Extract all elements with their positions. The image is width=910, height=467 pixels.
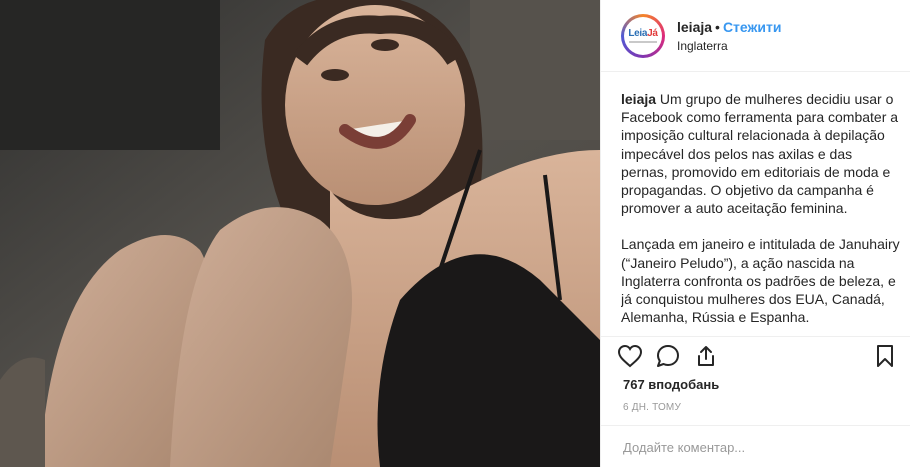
post-photo[interactable] — [0, 0, 600, 467]
likes-count[interactable]: 767 вподобань — [623, 377, 719, 392]
separator-dot: • — [715, 18, 720, 35]
caption-paragraph-2: Lançada em janeiro e intitulada de Januh… — [621, 236, 900, 326]
post-header: LeiaJá leiaja • Стежити Inglaterra — [601, 0, 910, 72]
bookmark-icon[interactable] — [870, 341, 900, 371]
caption-username-link[interactable]: leiaja — [621, 91, 656, 107]
instagram-post: LeiaJá leiaja • Стежити Inglaterra leiaja … — [0, 0, 910, 467]
action-bar — [615, 340, 900, 372]
comment-icon[interactable] — [653, 341, 683, 371]
post-caption: leiaja Um grupo de mulheres decidiu usar… — [621, 90, 900, 336]
header-info: leiaja • Стежити Inglaterra — [677, 18, 782, 54]
comment-input[interactable]: Додайте коментар... — [623, 440, 745, 455]
caption-paragraph-1: leiaja Um grupo de mulheres decidiu usar… — [621, 90, 900, 217]
post-sidebar: LeiaJá leiaja • Стежити Inglaterra leiaja … — [600, 0, 910, 467]
photo-illustration — [0, 0, 600, 467]
avatar-logo: LeiaJá — [624, 16, 662, 55]
caption-text-1: Um grupo de mulheres decidiu usar o Face… — [621, 91, 899, 217]
divider — [601, 336, 910, 337]
share-icon[interactable] — [691, 341, 721, 371]
divider — [601, 425, 910, 426]
location-link[interactable]: Inglaterra — [677, 38, 782, 54]
post-timestamp[interactable]: 6 ДН. ТОМУ — [623, 402, 681, 413]
username-link[interactable]: leiaja — [677, 19, 712, 35]
logo-tagline — [629, 40, 657, 43]
follow-button[interactable]: Стежити — [723, 19, 782, 35]
avatar[interactable]: LeiaJá — [621, 13, 665, 58]
leiaja-logo: LeiaJá — [628, 27, 658, 39]
heart-icon[interactable] — [615, 341, 645, 371]
